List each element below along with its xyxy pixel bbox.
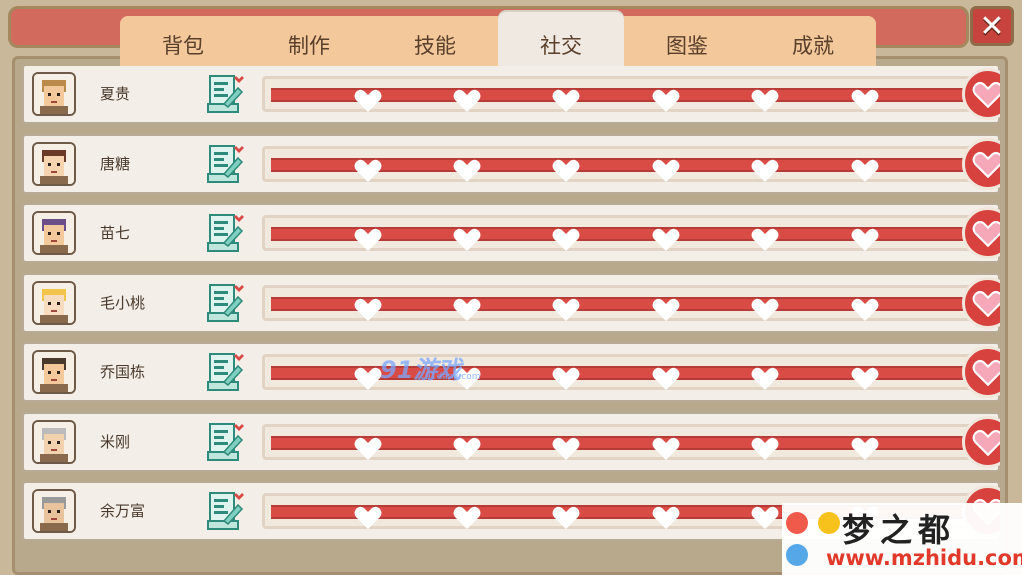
- npc-avatar: [32, 141, 76, 186]
- friendship-bar: [262, 145, 984, 182]
- friendship-bar-fill: [271, 296, 971, 321]
- heart-icon: [354, 506, 382, 529]
- npc-avatar: [32, 280, 76, 325]
- gift-note-icon[interactable]: [206, 491, 246, 531]
- heart-icon: [851, 367, 879, 390]
- heart-icon: [851, 437, 879, 460]
- max-heart-icon: [962, 346, 1000, 398]
- npc-avatar: [32, 419, 76, 464]
- heart-icon: [552, 298, 580, 321]
- heart-icon: [751, 228, 779, 251]
- heart-icon: [652, 159, 680, 182]
- site-watermark-sub: 91danji.com: [425, 372, 481, 382]
- watermark-face-blue-icon: [786, 544, 808, 566]
- friendship-bar-fill: [271, 435, 971, 460]
- friendship-bar: [262, 284, 984, 321]
- gift-note-icon[interactable]: [206, 422, 246, 462]
- heart-icon: [354, 298, 382, 321]
- heart-icon: [354, 437, 382, 460]
- heart-icon: [552, 437, 580, 460]
- heart-icon: [851, 298, 879, 321]
- heart-icon: [851, 159, 879, 182]
- npc-avatar: [32, 211, 76, 255]
- watermark-url: www.mzhidu.com: [826, 546, 1022, 570]
- npc-row[interactable]: 米刚: [22, 411, 1000, 472]
- heart-icon: [751, 159, 779, 182]
- npc-row[interactable]: 唐糖: [22, 133, 1000, 194]
- npc-row[interactable]: 夏贵: [22, 66, 1000, 124]
- npc-avatar: [32, 72, 76, 116]
- heart-icon: [751, 89, 779, 112]
- heart-icon: [453, 159, 481, 182]
- npc-name: 夏贵: [100, 85, 131, 103]
- heart-icon: [552, 367, 580, 390]
- heart-icon: [552, 159, 580, 182]
- heart-icon: [652, 228, 680, 251]
- heart-icon: [652, 89, 680, 112]
- npc-avatar: [32, 350, 76, 394]
- friendship-bar-fill: [271, 366, 971, 390]
- heart-icon: [552, 89, 580, 112]
- npc-row[interactable]: 苗七: [22, 203, 1000, 263]
- npc-row[interactable]: 毛小桃: [22, 272, 1000, 333]
- heart-icon: [354, 228, 382, 251]
- npc-list: 夏贵 唐糖 苗七 毛小桃 乔国栋 米刚 余万富: [22, 66, 1000, 566]
- friendship-bar: [262, 423, 984, 460]
- close-button[interactable]: ✕: [970, 6, 1014, 46]
- heart-icon: [851, 89, 879, 112]
- npc-name: 唐糖: [100, 154, 131, 173]
- friendship-bar-fill: [271, 227, 971, 251]
- heart-icon: [751, 367, 779, 390]
- heart-icon: [453, 89, 481, 112]
- gift-note-icon[interactable]: [206, 74, 246, 114]
- friendship-bar: [262, 354, 984, 390]
- heart-icon: [354, 367, 382, 390]
- gift-note-icon[interactable]: [206, 213, 246, 253]
- friendship-bar: [262, 215, 984, 251]
- npc-name: 米刚: [100, 432, 131, 451]
- npc-name: 苗七: [100, 224, 131, 242]
- heart-icon: [453, 437, 481, 460]
- friendship-bar-fill: [271, 88, 971, 112]
- npc-name: 余万富: [100, 502, 146, 520]
- heart-icon: [453, 506, 481, 529]
- watermark-face-yellow-icon: [818, 512, 840, 534]
- heart-icon: [851, 228, 879, 251]
- heart-icon: [652, 437, 680, 460]
- heart-icon: [652, 367, 680, 390]
- gift-note-icon[interactable]: [206, 283, 246, 323]
- heart-icon: [354, 89, 382, 112]
- npc-name: 毛小桃: [100, 293, 146, 312]
- gift-note-icon[interactable]: [206, 352, 246, 392]
- max-heart-icon: [962, 207, 1000, 259]
- npc-name: 乔国栋: [100, 363, 146, 381]
- friendship-bar: [262, 76, 984, 112]
- npc-avatar: [32, 489, 76, 533]
- game-window-frame: ✕ 背包 制作 技能 社交 图鉴 成就 夏贵 唐糖 苗七 毛小桃 乔国栋 米刚 …: [0, 0, 1022, 575]
- npc-row[interactable]: 乔国栋: [22, 342, 1000, 402]
- heart-icon: [453, 228, 481, 251]
- heart-icon: [552, 228, 580, 251]
- watermark-face-red-icon: [786, 512, 808, 534]
- friendship-bar-fill: [271, 157, 971, 182]
- heart-icon: [751, 298, 779, 321]
- watermark-title: 梦之都: [842, 511, 957, 549]
- heart-icon: [751, 437, 779, 460]
- heart-icon: [453, 298, 481, 321]
- max-heart-icon: [962, 68, 1000, 120]
- heart-icon: [552, 506, 580, 529]
- heart-icon: [751, 506, 779, 529]
- heart-icon: [354, 159, 382, 182]
- heart-icon: [652, 298, 680, 321]
- gift-note-icon[interactable]: [206, 144, 246, 184]
- heart-icon: [652, 506, 680, 529]
